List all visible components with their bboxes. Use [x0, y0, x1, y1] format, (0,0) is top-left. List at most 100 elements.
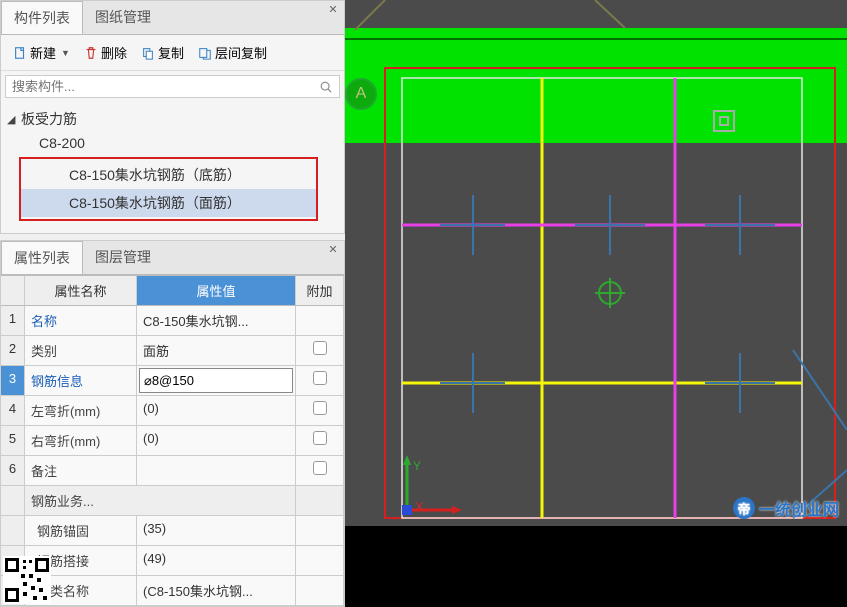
qr-code-icon — [3, 556, 51, 604]
table-row[interactable]: 6 备注 — [1, 456, 344, 486]
cell-value[interactable]: (C8-150集水坑钢... — [137, 576, 296, 605]
table-row[interactable]: 5 右弯折(mm) (0) — [1, 426, 344, 456]
close-icon[interactable]: ✕ — [326, 243, 340, 257]
highlight-box: C8-150集水坑钢筋（底筋） C8-150集水坑钢筋（面筋） — [19, 157, 318, 221]
delete-button[interactable]: 删除 — [80, 41, 131, 64]
tab-layer-mgmt[interactable]: 图层管理 — [83, 241, 163, 274]
search-input[interactable] — [12, 79, 319, 94]
property-table-header: 属性名称 属性值 附加 — [1, 275, 344, 306]
checkbox[interactable] — [313, 401, 327, 415]
component-panel: ✕ 构件列表 图纸管理 新建 ▼ 删除 复制 层间复制 — [0, 0, 345, 234]
tree-item-bottom-rebar[interactable]: C8-150集水坑钢筋（底筋） — [21, 161, 316, 189]
table-row[interactable]: 4 左弯折(mm) (0) — [1, 396, 344, 426]
cell-name: 左弯折(mm) — [25, 396, 137, 425]
checkbox[interactable] — [313, 371, 327, 385]
cell-addon — [296, 306, 344, 335]
cell-rownum: 4 — [1, 396, 25, 425]
tree-root-label: 板受力筋 — [21, 109, 77, 129]
table-row[interactable]: 归类名称 (C8-150集水坑钢... — [1, 576, 344, 606]
cad-drawing: Y — [345, 0, 847, 526]
cell-rownum — [1, 516, 25, 545]
new-button[interactable]: 新建 ▼ — [9, 41, 74, 64]
copy-icon — [141, 46, 155, 60]
delete-label: 删除 — [101, 43, 127, 62]
tab-component-list[interactable]: 构件列表 — [1, 1, 83, 34]
new-file-icon — [13, 46, 27, 60]
cell-name: 备注 — [25, 456, 137, 485]
watermark-text: 一统创业网 — [759, 496, 839, 520]
left-panel: ✕ 构件列表 图纸管理 新建 ▼ 删除 复制 层间复制 — [0, 0, 345, 526]
y-axis-label: Y — [413, 459, 421, 473]
table-row[interactable]: 2 类别 面筋 — [1, 336, 344, 366]
property-tabs: 属性列表 图层管理 — [1, 241, 344, 275]
sub-header-label: 钢筋业务... — [25, 486, 296, 515]
tab-drawing-mgmt[interactable]: 图纸管理 — [83, 1, 163, 34]
value-input[interactable] — [139, 368, 293, 393]
cell-addon — [296, 486, 344, 515]
tree-item-top-rebar[interactable]: C8-150集水坑钢筋（面筋） — [21, 189, 316, 217]
search-box[interactable] — [5, 75, 340, 98]
checkbox[interactable] — [313, 341, 327, 355]
table-row[interactable]: 钢筋搭接 (49) — [1, 546, 344, 576]
property-table-body: 1 名称 C8-150集水坑钢... 2 类别 面筋 3 钢筋信息 4 左弯折(… — [1, 306, 344, 606]
cell-value[interactable]: (0) — [137, 426, 296, 455]
cell-value[interactable]: (0) — [137, 396, 296, 425]
x-axis-label: X — [415, 499, 424, 514]
layer-copy-icon — [198, 46, 212, 60]
new-label: 新建 — [30, 43, 56, 62]
table-row[interactable]: 钢筋锚固 (35) — [1, 516, 344, 546]
cell-rownum: 6 — [1, 456, 25, 485]
cell-value[interactable]: C8-150集水坑钢... — [137, 306, 296, 335]
component-toolbar: 新建 ▼ 删除 复制 层间复制 — [1, 35, 344, 71]
cell-value[interactable]: (49) — [137, 546, 296, 575]
cell-name: 钢筋锚固 — [25, 516, 137, 545]
axis-marker-a: A — [345, 78, 377, 110]
checkbox[interactable] — [313, 431, 327, 445]
table-row[interactable]: 1 名称 C8-150集水坑钢... — [1, 306, 344, 336]
table-row[interactable]: 3 钢筋信息 — [1, 366, 344, 396]
component-tree: ◢ 板受力筋 C8-200 C8-150集水坑钢筋（底筋） C8-150集水坑钢… — [1, 102, 344, 233]
watermark: 帝 一统创业网 — [733, 496, 839, 520]
close-icon[interactable]: ✕ — [326, 3, 340, 17]
cell-addon — [296, 516, 344, 545]
tab-property-list[interactable]: 属性列表 — [1, 241, 83, 274]
cell-addon[interactable] — [296, 336, 344, 365]
cell-rownum: 3 — [1, 366, 25, 395]
search-icon[interactable] — [319, 80, 333, 94]
th-addon: 附加 — [296, 276, 344, 305]
cell-name: 类别 — [25, 336, 137, 365]
component-tabs: 构件列表 图纸管理 — [1, 1, 344, 35]
cell-rownum — [1, 486, 25, 515]
checkbox[interactable] — [313, 461, 327, 475]
watermark-seal: 帝 — [733, 497, 755, 519]
cell-addon[interactable] — [296, 396, 344, 425]
cell-name: 钢筋信息 — [25, 366, 137, 395]
copy-button[interactable]: 复制 — [137, 41, 188, 64]
collapse-icon[interactable]: ◢ — [7, 113, 21, 126]
cell-rownum: 5 — [1, 426, 25, 455]
sub-group-header[interactable]: 钢筋业务... — [1, 486, 344, 516]
delete-icon — [84, 46, 98, 60]
cell-name: 右弯折(mm) — [25, 426, 137, 455]
cell-value[interactable] — [137, 456, 296, 485]
cell-addon — [296, 576, 344, 605]
tree-root[interactable]: ◢ 板受力筋 — [7, 106, 338, 132]
layer-copy-button[interactable]: 层间复制 — [194, 41, 271, 64]
cell-addon[interactable] — [296, 366, 344, 395]
th-name: 属性名称 — [25, 276, 137, 305]
cell-value[interactable]: 面筋 — [137, 336, 296, 365]
chevron-down-icon: ▼ — [61, 48, 70, 58]
cell-addon[interactable] — [296, 426, 344, 455]
cell-value[interactable] — [137, 366, 296, 395]
layer-copy-label: 层间复制 — [215, 43, 267, 62]
th-rownum — [1, 276, 25, 305]
property-panel: ✕ 属性列表 图层管理 属性名称 属性值 附加 1 名称 C8-150集水坑钢.… — [0, 240, 345, 607]
cell-value[interactable]: (35) — [137, 516, 296, 545]
cell-addon[interactable] — [296, 456, 344, 485]
th-value[interactable]: 属性值 — [137, 276, 296, 305]
tree-child[interactable]: C8-200 — [7, 132, 338, 154]
cell-addon — [296, 546, 344, 575]
copy-label: 复制 — [158, 43, 184, 62]
cad-viewport[interactable]: Y A X 帝 一统创业网 — [345, 0, 847, 526]
square-marker-icon — [713, 110, 735, 132]
